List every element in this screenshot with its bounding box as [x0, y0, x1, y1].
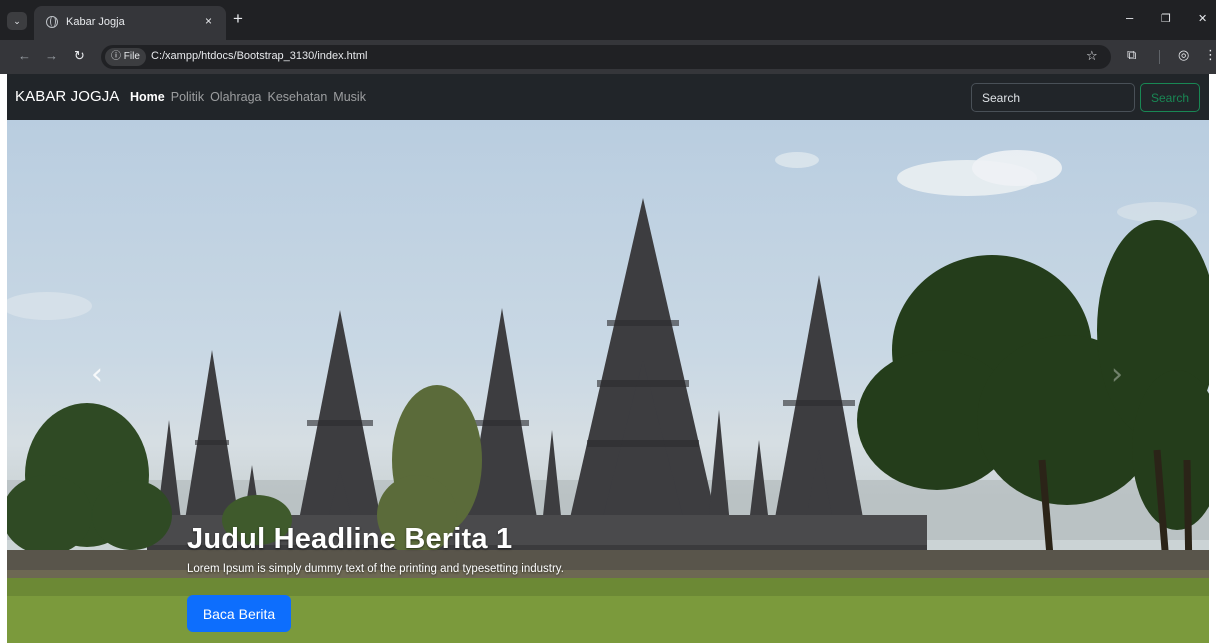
read-news-button[interactable]: Baca Berita — [187, 595, 291, 632]
bookmark-star-icon[interactable]: ☆ — [1086, 48, 1098, 64]
carousel-caption: Judul Headline Berita 1 Lorem Ipsum is s… — [187, 523, 564, 575]
nav-link-musik[interactable]: Musik — [333, 90, 366, 104]
search-input[interactable] — [971, 83, 1135, 112]
browser-tabstrip: ⌄ Kabar Jogja × + – ❐ ✕ — [0, 0, 1216, 40]
close-window-icon[interactable]: ✕ — [1198, 12, 1207, 25]
nav-links: Home Politik Olahraga Kesehatan Musik — [130, 90, 372, 104]
site-navbar: KABAR JOGJA Home Politik Olahraga Keseha… — [7, 74, 1209, 120]
site-info-chip[interactable]: ⓘ File — [105, 48, 146, 66]
minimize-icon[interactable]: – — [1126, 10, 1133, 25]
menu-icon[interactable]: ⋮ — [1204, 47, 1216, 63]
web-page: KABAR JOGJA Home Politik Olahraga Keseha… — [0, 74, 1216, 643]
restore-icon[interactable]: ❐ — [1161, 12, 1171, 25]
nav-link-home[interactable]: Home — [130, 90, 165, 104]
url-text[interactable]: C:/xampp/htdocs/Bootstrap_3130/index.htm… — [151, 50, 367, 62]
extensions-icon[interactable]: ⧉ — [1127, 47, 1136, 63]
globe-icon — [46, 16, 58, 28]
headline-text: Lorem Ipsum is simply dummy text of the … — [187, 563, 564, 575]
toolbar-divider — [1159, 50, 1160, 64]
forward-icon[interactable]: → — [45, 48, 58, 63]
reload-icon[interactable]: ↻ — [74, 48, 85, 64]
profile-icon[interactable]: ◎ — [1178, 47, 1189, 63]
new-tab-button[interactable]: + — [233, 9, 243, 29]
search-button[interactable]: Search — [1140, 83, 1200, 112]
nav-link-politik[interactable]: Politik — [171, 90, 204, 104]
tab-title: Kabar Jogja — [66, 16, 125, 28]
carousel-prev-button[interactable]: ‹ — [77, 350, 117, 400]
tab-close-icon[interactable]: × — [205, 14, 212, 28]
nav-link-kesehatan[interactable]: Kesehatan — [268, 90, 328, 104]
headline-title: Judul Headline Berita 1 — [187, 523, 513, 555]
carousel-next-button[interactable]: › — [1097, 350, 1137, 400]
headline-carousel: ‹ › Judul Headline Berita 1 Lorem Ipsum … — [7, 120, 1209, 643]
back-icon[interactable]: ← — [18, 48, 31, 63]
address-bar[interactable]: ⓘ File C:/xampp/htdocs/Bootstrap_3130/in… — [101, 45, 1111, 69]
tab-search-button[interactable]: ⌄ — [7, 12, 27, 30]
browser-tab[interactable]: Kabar Jogja × — [34, 6, 226, 40]
browser-toolbar: ← → ↻ ⓘ File C:/xampp/htdocs/Bootstrap_3… — [0, 40, 1216, 74]
navbar-brand[interactable]: KABAR JOGJA — [15, 88, 119, 105]
nav-link-olahraga[interactable]: Olahraga — [210, 90, 261, 104]
